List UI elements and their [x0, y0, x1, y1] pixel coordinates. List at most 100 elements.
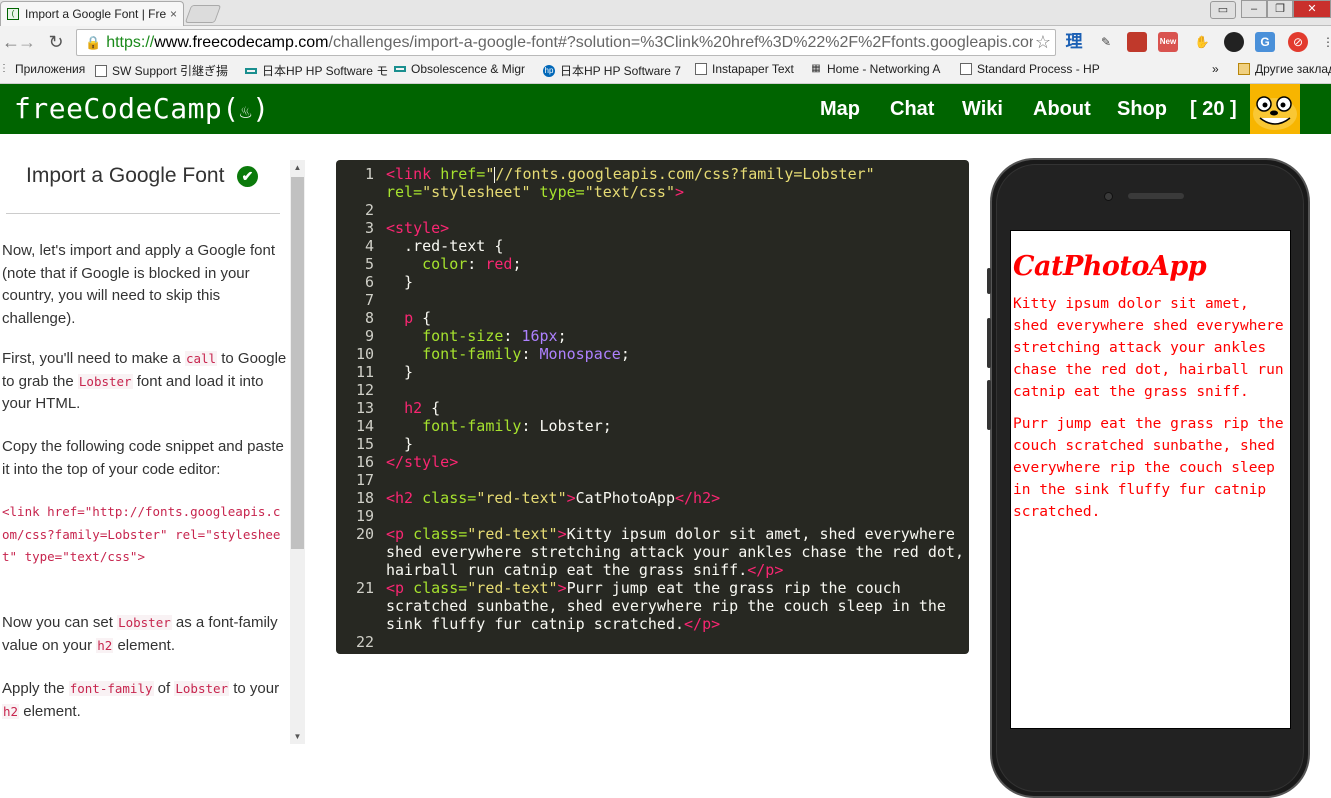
instructions-scrollbar[interactable]: ▲ ▼ [290, 160, 305, 744]
line-number: 17 [355, 471, 374, 489]
code-line[interactable]: 22 [336, 633, 966, 651]
fcc-logo[interactable]: freeCodeCamp(♨) [14, 92, 270, 125]
page-icon [95, 64, 107, 77]
code-line[interactable]: 5 color: red; [336, 255, 966, 273]
bookmark-apps[interactable]: ⋮ Приложения [0, 62, 85, 76]
code-token: <style> [386, 219, 450, 237]
code-line[interactable]: 11 } [336, 363, 966, 381]
chrome-menu-icon[interactable]: ⋮ [1318, 32, 1331, 52]
nav-chat[interactable]: Chat [890, 98, 934, 121]
code-token: : Lobster; [521, 417, 612, 435]
nav-about[interactable]: About [1033, 98, 1091, 121]
bookmark-networking[interactable]: ▦ Home - Networking A [810, 62, 940, 76]
nav-points[interactable]: [ 20 ] [1190, 98, 1237, 121]
extension-hand-icon[interactable]: ✋ [1192, 32, 1212, 52]
phone-volume-down [987, 380, 991, 430]
address-bar[interactable]: 🔒 https://www.freecodecamp.com/challenge… [76, 29, 1056, 56]
scrollbar-thumb[interactable] [291, 177, 304, 549]
close-window-button[interactable]: ✕ [1293, 0, 1331, 18]
code-token: { [422, 399, 441, 417]
nav-wiki[interactable]: Wiki [962, 98, 1003, 121]
code-token: font-family [422, 345, 522, 363]
phone-mute-switch [987, 268, 991, 294]
code-line[interactable]: 18 <h2 class="red-text">CatPhotoApp</h2> [336, 489, 966, 507]
line-number: 10 [355, 345, 374, 363]
bookmark-sw-support[interactable]: SW Support 引継ぎ揚 [95, 62, 228, 79]
title-divider [6, 213, 280, 214]
extension-ri-icon[interactable]: 理 [1064, 32, 1084, 52]
code-editor[interactable]: 1 <link href="//fonts.googleapis.com/css?… [336, 160, 969, 654]
nav-shop[interactable]: Shop [1117, 98, 1167, 121]
bookmark-star-icon[interactable]: ☆ [1032, 32, 1051, 53]
code-line[interactable]: shed everywhere stretching attack your a… [336, 543, 966, 561]
code-token: > [566, 489, 576, 507]
user-profile-button[interactable]: ▭ [1210, 1, 1236, 19]
code-line[interactable]: 20 <p class="red-text">Kitty ipsum dolor … [336, 525, 966, 543]
line-number: 13 [355, 399, 374, 417]
code-line[interactable]: 8 p { [336, 309, 966, 327]
extension-translate-icon[interactable]: G [1255, 32, 1275, 52]
code-line[interactable]: 4 .red-text { [336, 237, 966, 255]
line-code: <p class="red-text">Purr jump eat the gr… [386, 579, 901, 597]
line-number: 14 [355, 417, 374, 435]
code-token: : [467, 255, 486, 273]
code-line[interactable]: scratched sunbathe, shed everywhere rip … [336, 597, 966, 615]
scroll-down-arrow-icon[interactable]: ▼ [290, 729, 305, 744]
line-code: <h2 class="red-text">CatPhotoApp</h2> [386, 489, 720, 507]
bookmark-instapaper[interactable]: Instapaper Text [695, 62, 794, 76]
code-snippet: <link href="http://fonts.googleapis.com/… [2, 504, 281, 564]
code-line[interactable]: 6 } [336, 273, 966, 291]
code-line[interactable]: 19 [336, 507, 966, 525]
bookmark-hp-software-1[interactable]: 日本HP HP Software モ [245, 62, 388, 79]
code-line[interactable]: 9 font-size: 16px; [336, 327, 966, 345]
code-line[interactable]: rel="stylesheet" type="text/css"> [336, 183, 966, 201]
code-line[interactable]: 10 font-family: Monospace; [336, 345, 966, 363]
text-span: to your [229, 680, 280, 697]
extension-book-icon[interactable] [1127, 32, 1147, 52]
avatar[interactable] [1250, 84, 1300, 134]
extension-pen-icon[interactable]: ✎ [1096, 32, 1116, 52]
bookmark-obsolescence[interactable]: Obsolescence & Migr [394, 62, 525, 76]
code-token: Purr jump eat the grass rip the couch [566, 579, 901, 597]
minimize-button[interactable]: ‒ [1241, 0, 1267, 18]
code-line[interactable]: 2 [336, 201, 966, 219]
forward-arrow-icon[interactable]: → [16, 31, 38, 53]
extension-block-icon[interactable]: ⊘ [1288, 32, 1308, 52]
code-line[interactable]: 12 [336, 381, 966, 399]
code-line[interactable]: 16 </style> [336, 453, 966, 471]
bookmark-label: Standard Process - HP [977, 62, 1100, 76]
bookmarks-overflow-icon[interactable]: » [1212, 62, 1219, 76]
extension-new-icon[interactable]: New [1158, 32, 1178, 52]
folder-icon [1238, 63, 1250, 75]
browser-tab-bar: ( Import a Google Font | Fre × ▭ ‒ ❐ ✕ [0, 0, 1331, 26]
code-token: red [485, 255, 513, 273]
extension-color-icon[interactable] [1224, 32, 1244, 52]
code-line[interactable]: 15 } [336, 435, 966, 453]
bookmark-other[interactable]: Другие закладки [1238, 62, 1331, 76]
code-line[interactable]: 21 <p class="red-text">Purr jump eat the … [336, 579, 966, 597]
dash-icon [245, 67, 257, 74]
browser-tab[interactable]: ( Import a Google Font | Fre × [0, 1, 184, 26]
code-line[interactable]: 7 [336, 291, 966, 309]
bookmark-standard-process[interactable]: Standard Process - HP [960, 62, 1100, 76]
code-line[interactable]: 14 font-family: Lobster; [336, 417, 966, 435]
code-line[interactable]: hairball run catnip eat the grass sniff.… [336, 561, 966, 579]
code-token: 16px [521, 327, 558, 345]
nav-map[interactable]: Map [820, 98, 860, 121]
maximize-button[interactable]: ❐ [1267, 0, 1293, 18]
code-token: //fonts.googleapis.com/css?family=Lobste… [495, 165, 875, 183]
preview-screen: CatPhotoApp Kitty ipsum dolor sit amet, … [1010, 230, 1291, 729]
reload-icon[interactable]: ↻ [45, 31, 67, 53]
code-token: <h2 [386, 489, 423, 507]
tab-close-icon[interactable]: × [170, 7, 177, 21]
scroll-up-arrow-icon[interactable]: ▲ [290, 160, 305, 175]
code-line[interactable]: sink fluffy fur catnip scratched.</p> [336, 615, 966, 633]
bookmark-hp-software-2[interactable]: hp 日本HP HP Software 7 [543, 62, 681, 79]
code-line[interactable]: 17 [336, 471, 966, 489]
code-line[interactable]: 13 h2 { [336, 399, 966, 417]
code-line[interactable]: 3 <style> [336, 219, 966, 237]
bookmark-label: Obsolescence & Migr [411, 62, 526, 76]
code-line[interactable]: 1 <link href="//fonts.googleapis.com/css?… [336, 165, 966, 183]
new-tab-button[interactable] [184, 5, 222, 23]
